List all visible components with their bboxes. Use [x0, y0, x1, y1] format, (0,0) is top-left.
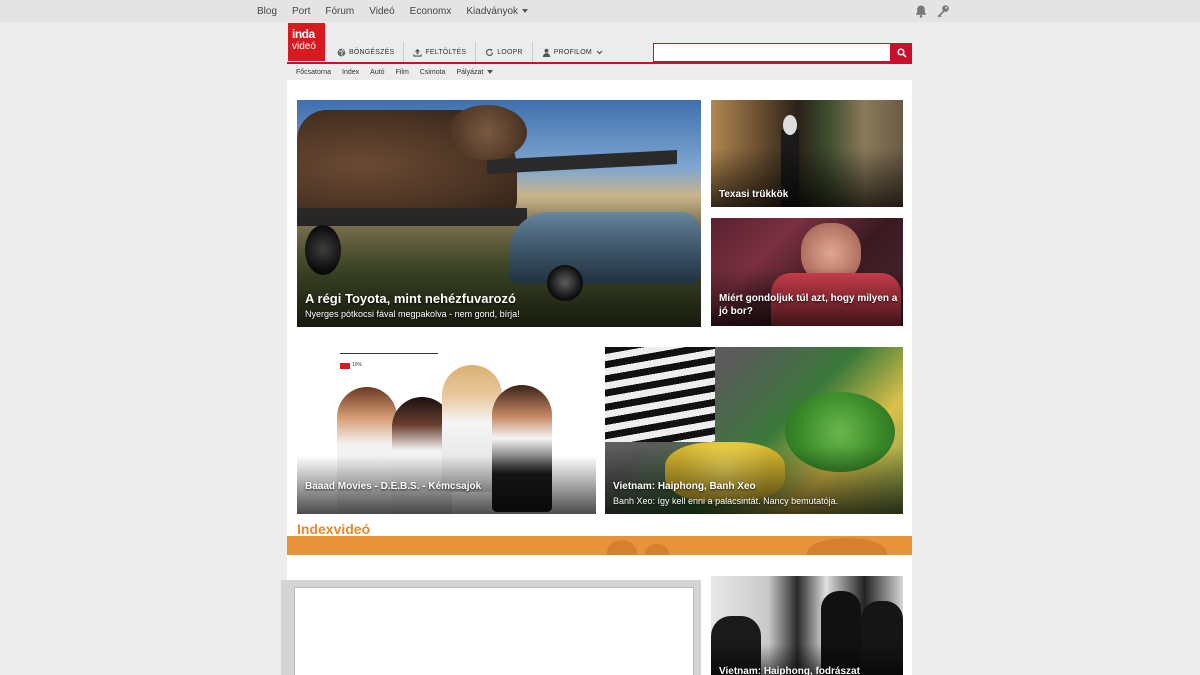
thumbnail-detail	[487, 150, 677, 174]
bell-icon[interactable]	[914, 4, 928, 18]
nav-loopr[interactable]: LOOPR	[475, 42, 532, 62]
thumbnail-detail	[447, 105, 527, 160]
video-title: Vietnam: Haiphong, fodrászat	[719, 666, 860, 675]
section-banner	[287, 536, 912, 555]
nav-upload[interactable]: FELTÖLTÉS	[403, 42, 475, 62]
header-divider	[287, 62, 912, 64]
nav-profile-label: PROFILOM	[553, 48, 592, 56]
chevron-down-icon	[522, 8, 529, 13]
video-title: Miért gondoljuk túl azt, hogy milyen a j…	[719, 293, 898, 317]
video-player[interactable]	[294, 587, 694, 675]
channel-csimota[interactable]: Csimota	[420, 69, 446, 76]
banner-decoration	[807, 538, 887, 555]
section-title[interactable]: Indexvideó	[297, 521, 370, 537]
portal-link-blog[interactable]: Blog	[257, 6, 277, 17]
video-card[interactable]: Texasi trükkök	[711, 100, 903, 207]
site-header: inda videó BÖNGÉSZÉS FELTÖLTÉS LOOPR PRO…	[287, 22, 912, 78]
nav-loopr-label: LOOPR	[497, 48, 523, 56]
video-card[interactable]: Miért gondoljuk túl azt, hogy milyen a j…	[711, 218, 903, 326]
nav-profile[interactable]: PROFILOM	[531, 42, 612, 62]
video-card[interactable]: 10% Baaad Movies - D.E.B.S. - Kémcsajok	[297, 347, 596, 514]
main-nav: BÖNGÉSZÉS FELTÖLTÉS LOOPR PROFILOM	[328, 42, 612, 62]
channel-palyazat[interactable]: Pályázat	[456, 68, 494, 76]
chevron-down-icon	[487, 69, 494, 74]
video-title: Texasi trükkök	[719, 189, 789, 200]
thumbnail-chart-label: 10%	[352, 362, 363, 368]
logo-text-top: inda	[292, 27, 315, 41]
nav-upload-label: FELTÖLTÉS	[425, 48, 467, 56]
channel-index[interactable]: Index	[342, 69, 359, 76]
user-icon	[542, 48, 550, 57]
top-portal-bar: Blog Port Fórum Videó Economx Kiadványok	[0, 0, 1200, 22]
channel-nav: Főcsatorna Index Autó Film Csimota Pályá…	[296, 66, 504, 78]
chevron-down-icon	[596, 50, 603, 54]
portal-link-forum[interactable]: Fórum	[325, 6, 354, 17]
video-title: Vietnam: Haiphong, Banh Xeo	[613, 481, 756, 492]
video-card[interactable]: Vietnam: Haiphong, fodrászat	[711, 576, 903, 675]
portal-link-kiadvanyok[interactable]: Kiadványok	[466, 5, 529, 17]
main-content: A régi Toyota, mint nehézfuvarozó Nyerge…	[281, 80, 912, 675]
kiadvanyok-label: Kiadványok	[466, 5, 519, 17]
logo-text-bottom: videó	[292, 41, 316, 52]
portal-nav: Blog Port Fórum Videó Economx Kiadványok	[257, 0, 543, 22]
nav-browse-label: BÖNGÉSZÉS	[349, 48, 395, 56]
banner-decoration	[645, 544, 669, 555]
portal-link-port[interactable]: Port	[292, 6, 310, 17]
nav-browse[interactable]: BÖNGÉSZÉS	[328, 42, 403, 62]
key-icon[interactable]	[936, 4, 950, 18]
thumbnail-image	[605, 347, 715, 442]
video-card[interactable]: Vietnam: Haiphong, Banh Xeo Banh Xeo: íg…	[605, 347, 903, 514]
video-title: A régi Toyota, mint nehézfuvarozó	[305, 291, 516, 306]
thumbnail-image	[340, 353, 438, 354]
upload-icon	[413, 48, 423, 57]
video-subtitle: Nyerges pótkocsi fával megpakolva - nem …	[305, 309, 520, 319]
video-subtitle: Banh Xeo: így kell enni a palacsintát. N…	[613, 496, 839, 506]
banner-decoration	[607, 540, 637, 555]
top-icons	[914, 4, 950, 18]
thumbnail-detail	[783, 115, 797, 135]
channel-film[interactable]: Film	[396, 69, 409, 76]
channel-auto[interactable]: Autó	[370, 69, 384, 76]
featured-video-card[interactable]: A régi Toyota, mint nehézfuvarozó Nyerge…	[297, 100, 701, 327]
portal-link-video[interactable]: Videó	[369, 6, 394, 17]
portal-link-economx[interactable]: Economx	[410, 6, 452, 17]
channel-focsatorna[interactable]: Főcsatorna	[296, 69, 331, 76]
search-input[interactable]	[653, 43, 891, 62]
palyazat-label: Pályázat	[456, 68, 484, 76]
thumbnail-detail	[340, 363, 350, 369]
indavideo-logo[interactable]: inda videó	[288, 23, 325, 61]
search-icon	[897, 48, 907, 58]
globe-icon	[337, 48, 346, 56]
video-title: Baaad Movies - D.E.B.S. - Kémcsajok	[305, 481, 482, 492]
loop-icon	[486, 48, 494, 56]
search-button[interactable]	[891, 43, 912, 62]
